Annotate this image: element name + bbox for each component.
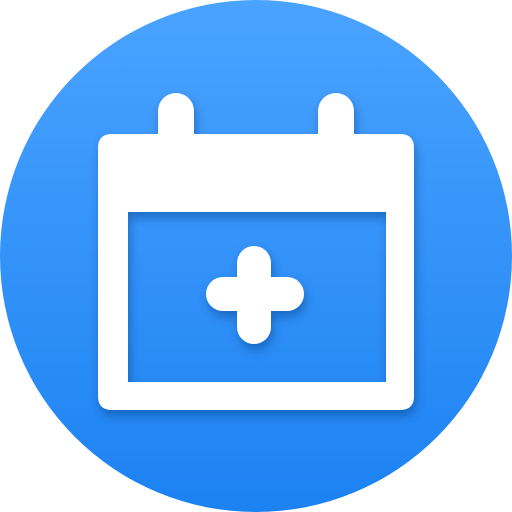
- calendar-ring-right: [318, 93, 354, 165]
- plus-icon-horizontal: [206, 277, 304, 311]
- calendar-ring-left: [158, 93, 194, 165]
- add-calendar-event-icon[interactable]: [0, 0, 512, 512]
